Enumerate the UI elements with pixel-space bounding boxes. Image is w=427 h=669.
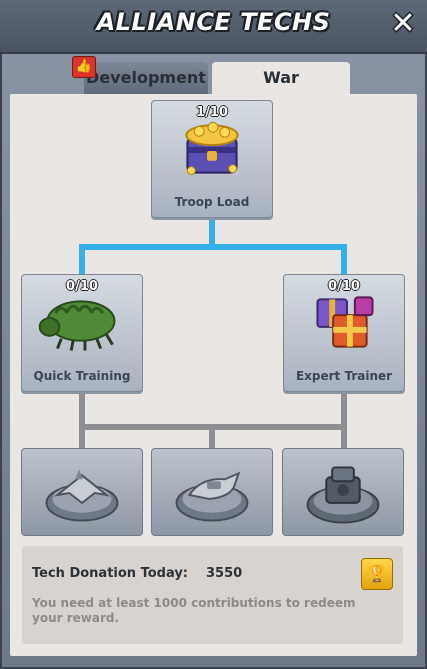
tech-name: Quick Training — [33, 369, 131, 383]
locked-connector-left — [79, 392, 85, 450]
locked-connector-right — [341, 392, 347, 450]
tech-node-expert-trainer[interactable]: 0/10 Expert Trainer — [283, 274, 405, 392]
tab-development[interactable]: Development — [84, 62, 208, 94]
gift-boxes-icon — [316, 296, 374, 348]
tech-name: Troop Load — [174, 195, 250, 209]
tab-development-label: Development — [86, 68, 206, 87]
tab-war-label: War — [263, 68, 299, 87]
trophy-button[interactable]: 🏆 — [361, 558, 393, 590]
locked-tech-node-turret[interactable] — [282, 448, 404, 536]
close-icon[interactable]: ✕ — [389, 9, 417, 39]
connector-horizontal — [79, 244, 347, 250]
connector-left-drop — [79, 244, 85, 276]
thumbs-up-icon: 👍 — [72, 56, 96, 78]
tech-name: Expert Trainer — [295, 369, 393, 383]
donation-note: You need at least 1000 contributions to … — [32, 596, 356, 625]
locked-tech-node-hovercraft[interactable] — [151, 448, 273, 536]
tab-war[interactable]: War — [212, 62, 350, 94]
donation-value: 3550 — [206, 566, 243, 581]
hover-tank-emblem-icon — [175, 471, 249, 522]
green-armored-bug-icon — [38, 300, 116, 351]
tech-node-troop-load[interactable]: 1/10 Troop Load — [151, 100, 273, 218]
locked-tech-node-jet[interactable] — [21, 448, 143, 536]
fighter-jet-emblem-icon — [45, 469, 119, 522]
connector-right-drop — [341, 244, 347, 276]
locked-connector-middle — [209, 424, 215, 450]
trophy-icon: 🏆 — [367, 564, 387, 583]
gold-treasure-chest-icon — [185, 121, 239, 176]
tech-node-quick-training[interactable]: 0/10 Quick Training — [21, 274, 143, 392]
donation-panel: Tech Donation Today: 3550 🏆 You need at … — [22, 546, 403, 644]
turret-emblem-icon — [306, 466, 380, 524]
donation-label: Tech Donation Today: — [32, 566, 188, 581]
window-title: ALLIANCE TECHS — [96, 8, 331, 36]
window-header: ALLIANCE TECHS ✕ — [0, 0, 427, 54]
